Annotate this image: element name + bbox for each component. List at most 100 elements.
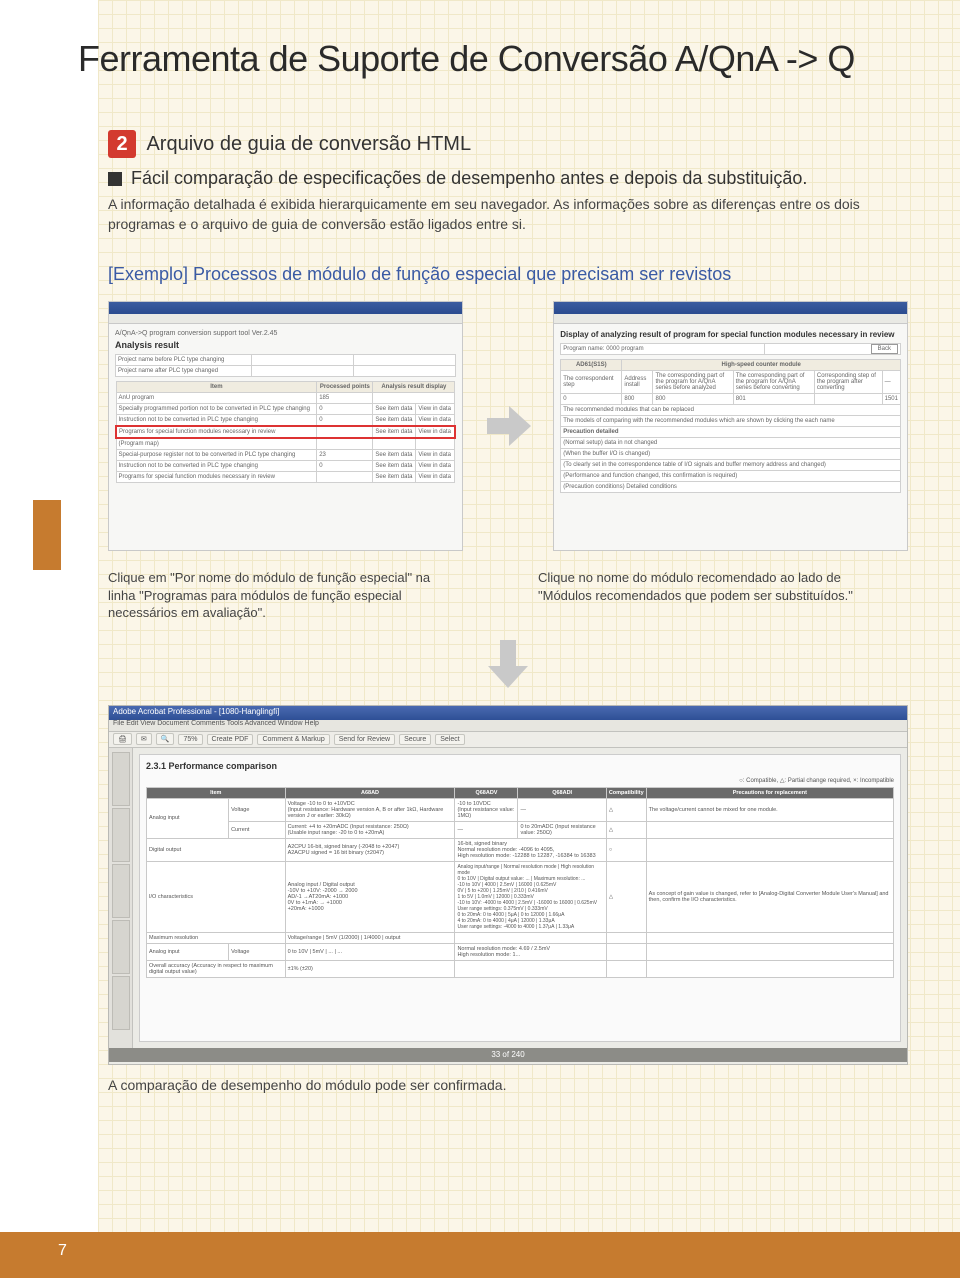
cell: Normal resolution mode: 4.69 / 2.5mV Hig… (455, 943, 606, 960)
back-button[interactable]: Back (871, 344, 898, 354)
cell: 0 to 10V | 5mV | ... | ... (285, 943, 455, 960)
example-title: [Exemplo] Processos de módulo de função … (108, 264, 908, 285)
toolbar-btn[interactable]: 🔍 (156, 733, 175, 745)
window-titlebar (109, 302, 462, 314)
th: The corresponding part of the program fo… (733, 371, 814, 394)
cell: See item data (373, 450, 416, 461)
cell: 800 (653, 394, 733, 405)
zoom-value[interactable]: 75% (178, 734, 202, 745)
cell: View in data (416, 450, 455, 461)
th-item: Item (116, 382, 317, 393)
final-caption: A comparação de desempenho do módulo pod… (108, 1077, 908, 1093)
cell: 0 to 20mADC (Input resistance value: 250… (518, 821, 606, 838)
th: Q68ADI (518, 787, 606, 798)
cell: 1501 (882, 394, 900, 405)
cell: As concept of gain value is changed, ref… (646, 861, 893, 932)
sidetab-attachments[interactable] (112, 920, 130, 974)
cell: Programs for special function modules ne… (116, 472, 317, 483)
th: Precautions for replacement (646, 787, 893, 798)
secure-button[interactable]: Secure (399, 734, 431, 745)
th: Q68ADV (455, 787, 518, 798)
cell: View in data (416, 404, 455, 415)
th: Address install (622, 371, 653, 394)
sidetab-comments[interactable] (112, 976, 130, 1030)
select-button[interactable]: Select (435, 734, 464, 745)
pdf-pager: 33 of 240 (109, 1048, 907, 1062)
send-review-button[interactable]: Send for Review (334, 734, 395, 745)
create-pdf-button[interactable]: Create PDF (207, 734, 254, 745)
th: — (882, 371, 900, 394)
th: A68AD (285, 787, 455, 798)
cell: △ (606, 861, 646, 932)
caption-left: Clique em "Por nome do módulo de função … (108, 569, 458, 622)
sidetab-pages[interactable] (112, 864, 130, 918)
window-menubar (554, 314, 907, 324)
cell: ±1% (±20) (285, 960, 455, 977)
pdf-doc-heading: 2.3.1 Performance comparison (146, 761, 894, 771)
pdf-titlebar: Adobe Acrobat Professional - [1080-Hangl… (109, 706, 907, 720)
note: (Precaution conditions) Detailed conditi… (561, 482, 901, 493)
caption-right: Clique no nome do módulo recomendado ao … (538, 569, 888, 622)
section-paragraph: A informação detalhada é exibida hierarq… (108, 195, 908, 234)
th: The corresponding part of the program fo… (653, 371, 733, 394)
cell: Maximum resolution (147, 932, 286, 943)
sidetab-signatures[interactable] (112, 808, 130, 862)
cell: Specially programmed portion not to be c… (116, 404, 317, 415)
module-name: AD61(S1S) (561, 360, 622, 371)
pdf-menubar: File Edit View Document Comments Tools A… (109, 720, 907, 732)
cell: View in data (416, 426, 455, 438)
sidetab-bookmarks[interactable] (112, 752, 130, 806)
cell (317, 426, 373, 438)
cell: △ (606, 798, 646, 821)
pdf-legend: ○: Compatible, △: Partial change require… (146, 777, 894, 784)
captions-row: Clique em "Por nome do módulo de função … (108, 569, 908, 622)
cell: See item data (373, 461, 416, 472)
bullet-square-icon (108, 172, 122, 186)
cell: Analog input (147, 943, 229, 960)
cell: Instruction not to be converted in PLC t… (116, 415, 317, 427)
note: The recommended modules that can be repl… (561, 405, 901, 416)
cell: Special-purpose register not to be conve… (116, 450, 317, 461)
proj-after-label: Project name after PLC type changed (116, 366, 252, 377)
cell: 0 (317, 415, 373, 427)
cell: 23 (317, 450, 373, 461)
cell: Current: +4 to +20mADC (Input resistance… (285, 821, 455, 838)
th: Item (147, 787, 286, 798)
cell: Voltage (229, 943, 286, 960)
cell: Overall accuracy (Accuracy in respect to… (147, 960, 286, 977)
cell: Analog input/range | Normal resolution m… (455, 861, 606, 932)
cell: Analog input (147, 798, 229, 838)
comment-markup-button[interactable]: Comment & Markup (257, 734, 329, 745)
proj-before-label: Project name before PLC type changing (116, 355, 252, 366)
cell: I/O characteristics (147, 861, 286, 932)
th: Corresponding step of the program after … (814, 371, 882, 394)
note: (To clearly set in the correspondence ta… (561, 460, 901, 471)
cell: △ (606, 821, 646, 838)
note: Precaution detailed (561, 427, 901, 438)
section-heading: Arquivo de guia de conversão HTML (146, 133, 471, 156)
cell: — (518, 798, 606, 821)
cell: See item data (373, 415, 416, 427)
th-points: Processed points (317, 382, 373, 393)
window-titlebar (554, 302, 907, 314)
cell: — (455, 821, 518, 838)
cell: 16-bit, signed binary Normal resolution … (455, 838, 606, 861)
window-menubar (109, 314, 462, 324)
pdf-document-page: 2.3.1 Performance comparison ○: Compatib… (139, 754, 901, 1042)
side-tab-decor (33, 500, 61, 570)
cell: A2CPU 16-bit, signed binary (-2048 to +2… (285, 838, 455, 861)
cell: Digital output (147, 838, 286, 861)
prog-name: Program name: 0000 program (561, 344, 765, 355)
cell: -10 to 10VDC (Input resistance value: 1M… (455, 798, 518, 821)
cell: Current (229, 821, 286, 838)
bullet-heading: Fácil comparação de especificações de de… (131, 168, 807, 188)
arrow-right-icon (487, 406, 529, 446)
toolbar-btn[interactable]: 🖨 (113, 733, 132, 745)
cell: See item data (373, 404, 416, 415)
module-type: High-speed counter module (622, 360, 901, 371)
analysis-result-title: Analysis result (115, 340, 456, 350)
toolbar-btn[interactable]: ✉ (136, 733, 152, 745)
cell: View in data (416, 472, 455, 483)
page-number: 7 (58, 1242, 67, 1260)
screenshot-left: A/QnA->Q program conversion support tool… (108, 301, 463, 551)
